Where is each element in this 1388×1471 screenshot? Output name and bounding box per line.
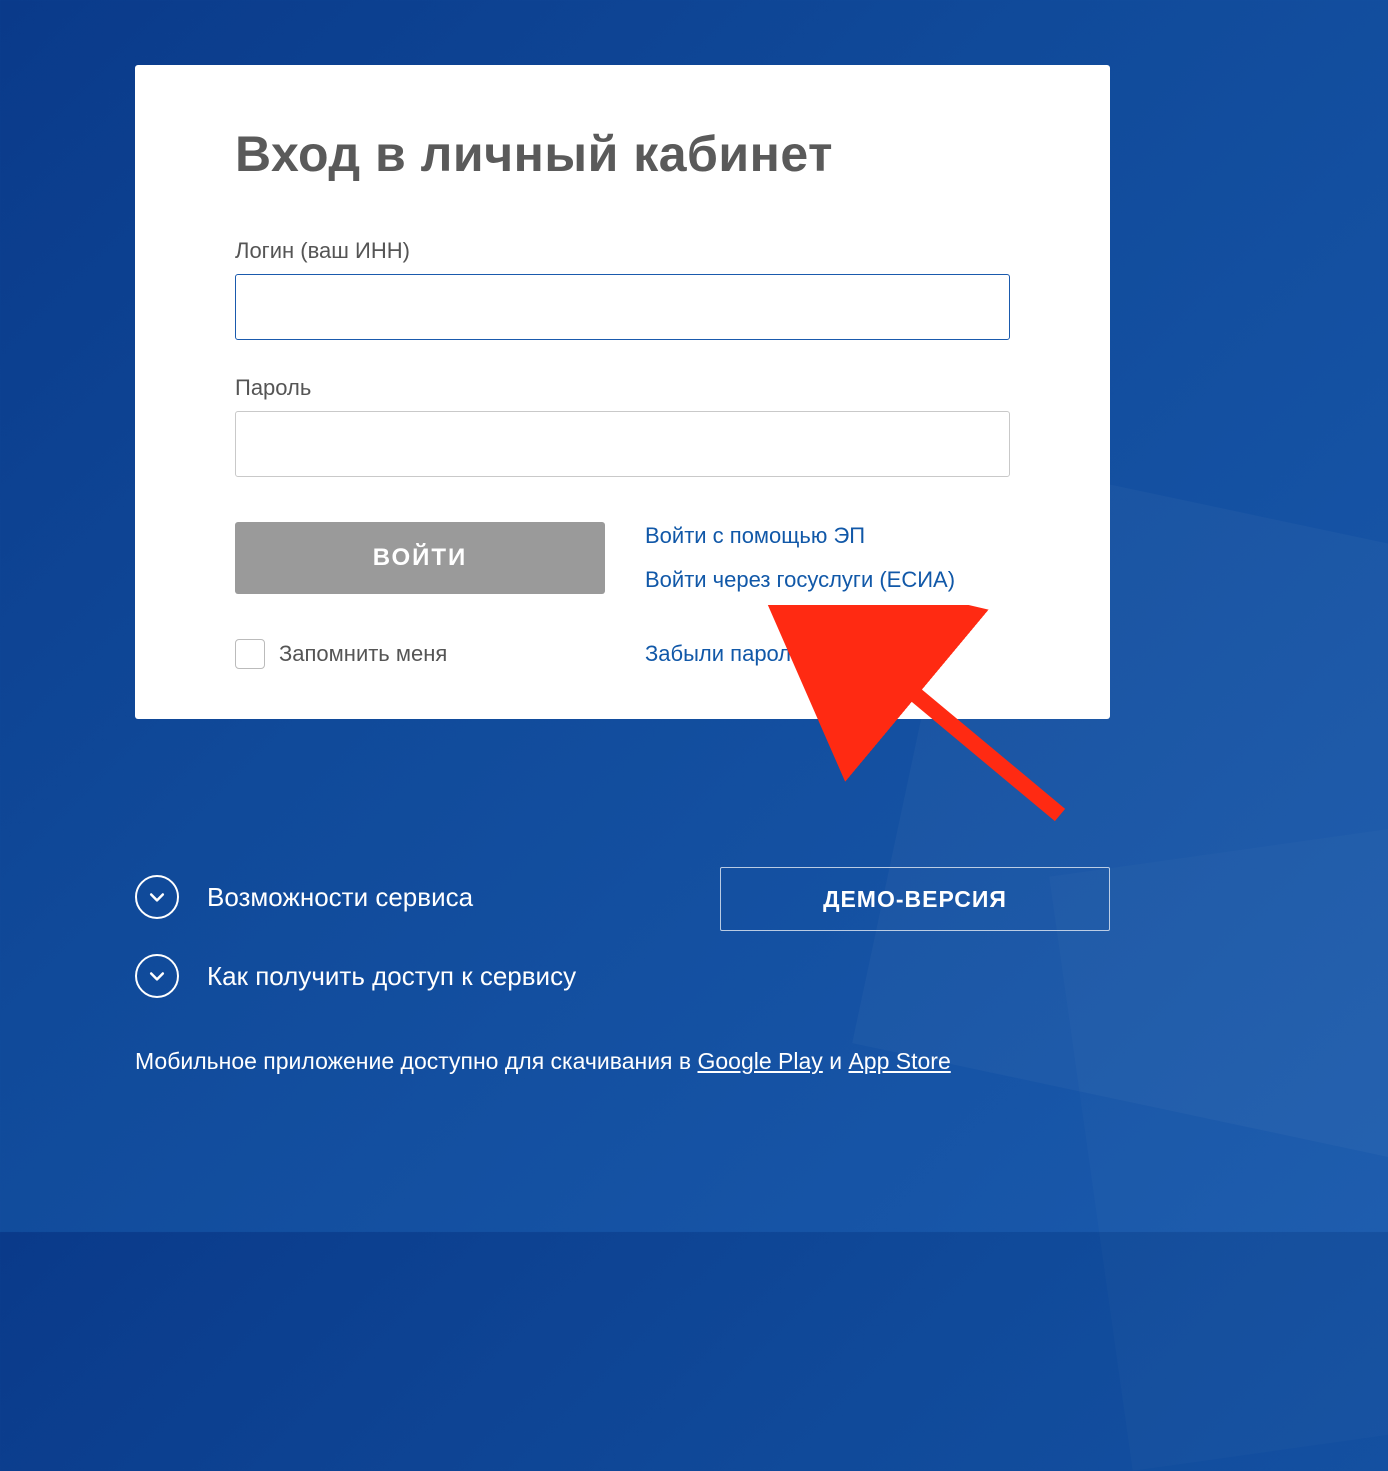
login-card: Вход в личный кабинет Логин (ваш ИНН) Па… <box>135 65 1110 719</box>
actions-row: ВОЙТИ Войти с помощью ЭП Войти через гос… <box>235 522 1010 594</box>
below-card-section: Возможности сервиса ДЕМО-ВЕРСИЯ Как полу… <box>135 875 1110 1075</box>
login-button[interactable]: ВОЙТИ <box>235 522 605 594</box>
google-play-link[interactable]: Google Play <box>698 1048 823 1074</box>
login-label: Логин (ваш ИНН) <box>235 238 1010 264</box>
remember-checkbox[interactable] <box>235 639 265 669</box>
login-ep-link[interactable]: Войти с помощью ЭП <box>645 523 955 549</box>
expander-howto-label: Как получить доступ к сервису <box>207 961 576 992</box>
alt-login-links: Войти с помощью ЭП Войти через госуслуги… <box>645 522 955 594</box>
demo-button[interactable]: ДЕМО-ВЕРСИЯ <box>720 867 1110 931</box>
login-field-group: Логин (ваш ИНН) <box>235 238 1010 340</box>
password-label: Пароль <box>235 375 1010 401</box>
app-sep: и <box>823 1048 849 1074</box>
forgot-password-link[interactable]: Забыли пароль? <box>645 641 815 666</box>
bottom-row: Запомнить меня Забыли пароль? <box>235 639 1010 669</box>
password-field-group: Пароль <box>235 375 1010 477</box>
mobile-app-line: Мобильное приложение доступно для скачив… <box>135 1048 1110 1075</box>
app-prefix: Мобильное приложение доступно для скачив… <box>135 1048 698 1074</box>
expander-capabilities-label: Возможности сервиса <box>207 882 473 913</box>
login-esia-link[interactable]: Войти через госуслуги (ЕСИА) <box>645 567 955 593</box>
app-store-link[interactable]: App Store <box>848 1048 950 1074</box>
chevron-down-icon <box>135 875 179 919</box>
remember-label: Запомнить меня <box>279 641 447 667</box>
login-input[interactable] <box>235 274 1010 340</box>
remember-me: Запомнить меня <box>235 639 605 669</box>
password-input[interactable] <box>235 411 1010 477</box>
expander-howto[interactable]: Как получить доступ к сервису <box>135 954 1110 998</box>
page-title: Вход в личный кабинет <box>235 125 1010 183</box>
forgot-password: Забыли пароль? <box>645 641 815 667</box>
chevron-down-icon <box>135 954 179 998</box>
